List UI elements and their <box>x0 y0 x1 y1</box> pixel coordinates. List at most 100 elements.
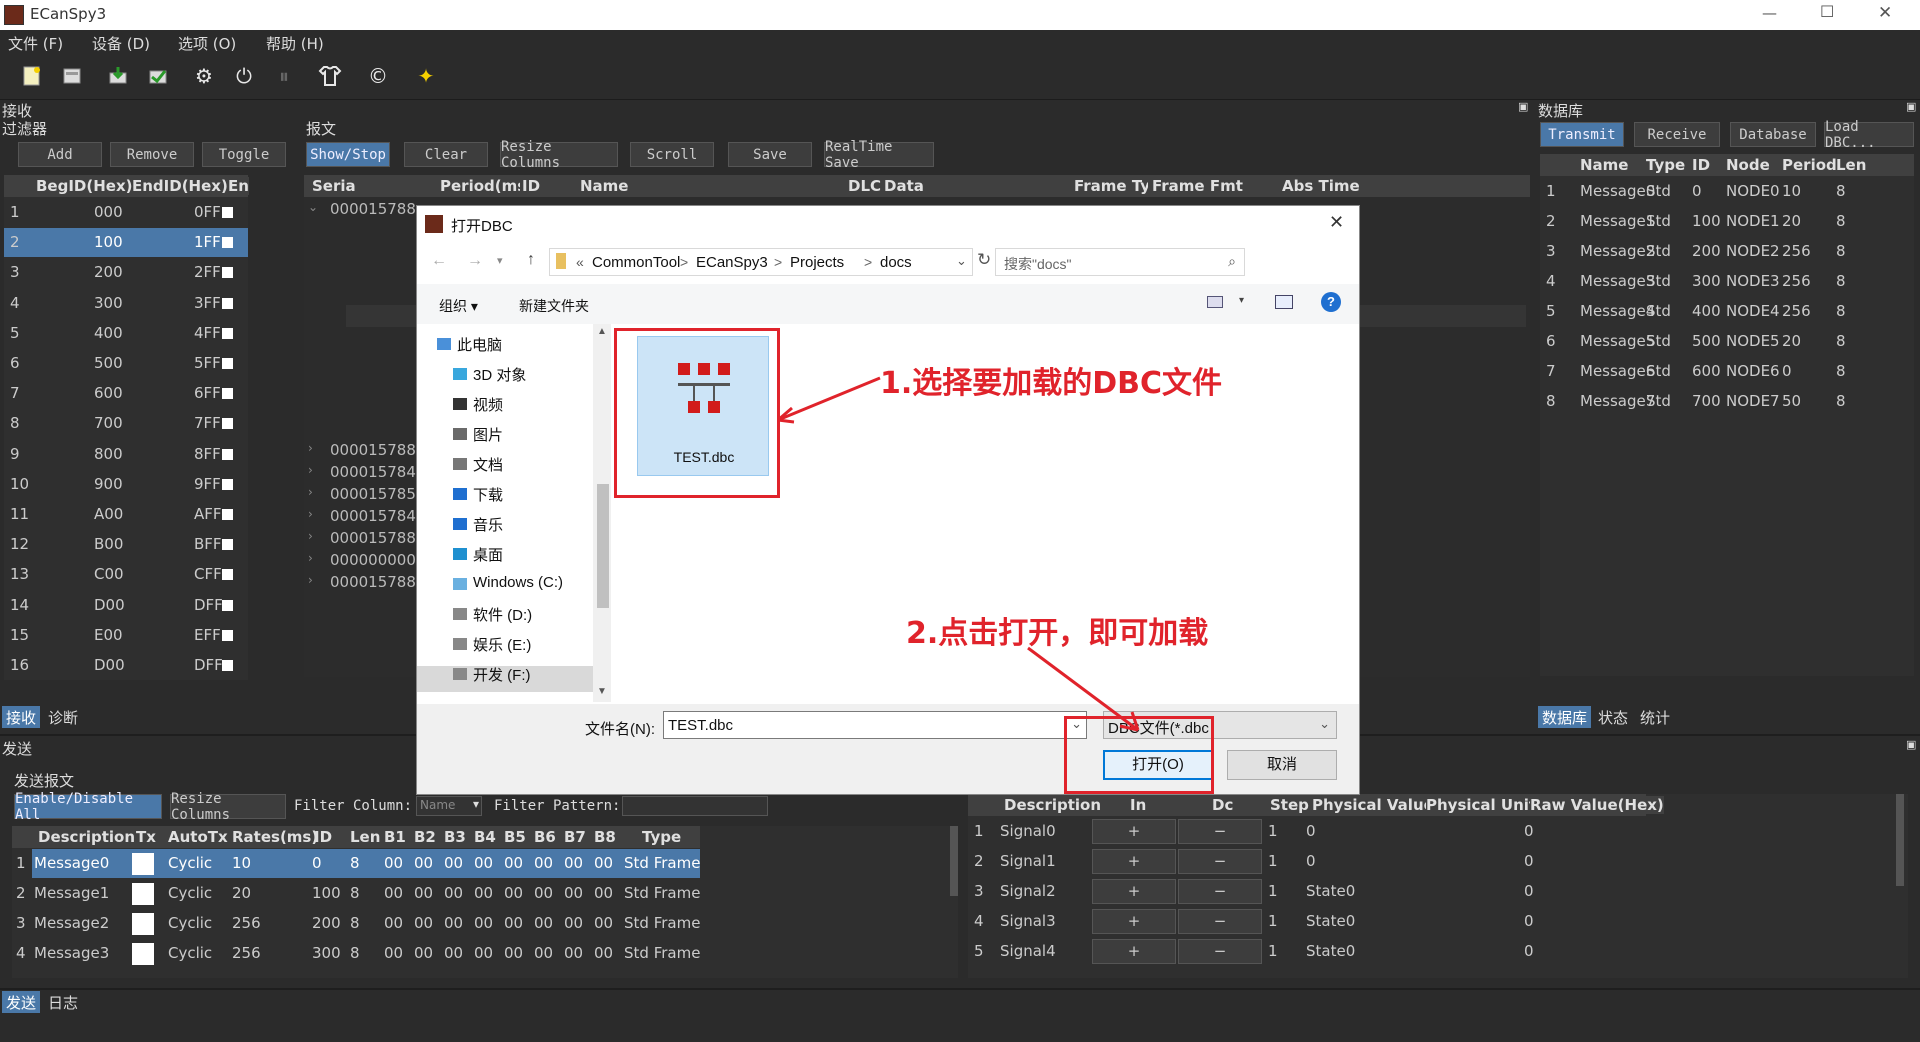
send-autotx[interactable]: Cyclic <box>168 884 212 902</box>
filter-enable-checkbox[interactable] <box>222 509 233 520</box>
dialog-close-icon[interactable]: ✕ <box>1329 212 1344 233</box>
send-float-icon[interactable]: ▣ <box>1906 738 1916 751</box>
filter-enable-checkbox[interactable] <box>222 297 233 309</box>
cancel-button[interactable]: 取消 <box>1227 750 1337 780</box>
send-byte[interactable]: 00 <box>474 854 493 872</box>
enable-disable-all-button[interactable]: Enable/Disable All <box>14 791 162 823</box>
send-byte[interactable]: 00 <box>474 884 493 902</box>
send-id[interactable]: 200 <box>312 914 341 932</box>
signal-raw-value[interactable]: 0 <box>1524 942 1534 960</box>
organize-menu[interactable]: 组织 ▾ <box>439 296 478 316</box>
filter-pattern-input[interactable] <box>622 796 768 816</box>
increment-button[interactable]: + <box>1092 849 1176 874</box>
open-file-icon[interactable] <box>58 62 86 90</box>
signal-physical-value[interactable]: State0 <box>1306 942 1355 960</box>
refresh-path-icon[interactable]: ↻ <box>977 250 991 270</box>
path-commontool[interactable]: CommonTool <box>592 254 680 271</box>
filter-endid[interactable]: 2FF <box>194 263 221 281</box>
increment-button[interactable]: + <box>1092 819 1176 844</box>
filter-enable-checkbox[interactable] <box>222 388 233 400</box>
filter-enable-checkbox[interactable] <box>222 629 233 641</box>
expand-chevron-icon[interactable]: ⌄ <box>308 200 318 214</box>
col-dlc[interactable]: DLC <box>848 177 882 195</box>
new-folder-button[interactable]: 新建文件夹 <box>519 296 589 316</box>
filter-remove-button[interactable]: Remove <box>110 142 194 167</box>
signal-step[interactable]: 1 <box>1268 822 1278 840</box>
tree-item-7[interactable]: 桌面 <box>473 544 503 565</box>
send-byte[interactable]: 00 <box>564 944 583 962</box>
tx-checkbox[interactable] <box>132 853 154 875</box>
tree-item-10[interactable]: 娱乐 (E:) <box>473 634 531 655</box>
filter-endid[interactable]: 9FF <box>194 475 221 493</box>
filter-endid[interactable]: 0FF <box>194 203 221 221</box>
filter-begid[interactable]: B00 <box>94 535 123 553</box>
filter-enable-checkbox[interactable] <box>222 418 233 430</box>
send-byte[interactable]: 00 <box>534 884 553 902</box>
search-box[interactable]: 搜索"docs" ⌕ <box>995 248 1245 276</box>
float-icon[interactable]: ▣ <box>1518 100 1528 113</box>
filter-enable-checkbox[interactable] <box>222 358 233 369</box>
signal-step[interactable]: 1 <box>1268 912 1278 930</box>
tree-item-0[interactable]: 此电脑 <box>457 334 502 355</box>
send-byte[interactable]: 00 <box>594 884 613 902</box>
send-col-13[interactable]: B8 <box>594 828 616 846</box>
filter-endid[interactable]: 1FF <box>194 233 221 251</box>
send-col-10[interactable]: B5 <box>504 828 526 846</box>
send-byte[interactable]: 00 <box>564 884 583 902</box>
scroll-button[interactable]: Scroll <box>630 142 714 167</box>
filter-endid[interactable]: CFF <box>194 565 222 583</box>
signal-raw-value[interactable]: 0 <box>1524 882 1534 900</box>
load-dbc-button[interactable]: Load DBC... <box>1824 119 1914 151</box>
filter-endid[interactable]: EFF <box>194 626 221 644</box>
tab-diagnose[interactable]: 诊断 <box>44 706 82 728</box>
increment-button[interactable]: + <box>1092 879 1176 904</box>
signal-physical-value[interactable]: State0 <box>1306 912 1355 930</box>
filter-begid[interactable]: C00 <box>94 565 124 583</box>
send-col-2[interactable]: AutoTx <box>168 828 228 846</box>
col-abs-time[interactable]: Abs Time <box>1282 177 1360 195</box>
send-byte[interactable]: 00 <box>594 914 613 932</box>
db-receive-button[interactable]: Receive <box>1634 122 1720 147</box>
expand-chevron-icon[interactable]: › <box>308 441 313 455</box>
db-float-icon[interactable]: ▣ <box>1906 100 1916 113</box>
send-len[interactable]: 8 <box>350 914 360 932</box>
tree-scroll-down-icon[interactable]: ▼ <box>597 686 607 697</box>
decrement-button[interactable]: − <box>1178 879 1262 904</box>
send-byte[interactable]: 00 <box>414 854 433 872</box>
filter-endid[interactable]: DFF <box>194 656 223 674</box>
tx-checkbox[interactable] <box>132 883 154 905</box>
col-frame-fmt[interactable]: Frame Fmt <box>1152 177 1243 195</box>
filter-begid[interactable]: 600 <box>94 384 123 402</box>
menu-file[interactable]: 文件 (F) <box>8 33 63 54</box>
send-rate[interactable]: 256 <box>232 914 261 932</box>
send-col-5[interactable]: Len <box>350 828 380 846</box>
col-name[interactable]: Name <box>580 177 629 195</box>
col-period[interactable]: Period(ms <box>440 177 520 195</box>
col-id[interactable]: ID <box>522 177 541 195</box>
tree-item-2[interactable]: 视频 <box>473 394 503 415</box>
filter-begid[interactable]: 700 <box>94 414 123 432</box>
send-rate[interactable]: 20 <box>232 884 251 902</box>
filter-begid[interactable]: D00 <box>94 656 125 674</box>
filter-endid[interactable]: 7FF <box>194 414 221 432</box>
tx-checkbox[interactable] <box>132 943 154 965</box>
power-icon[interactable]: ⏻ <box>230 62 258 90</box>
tree-item-11[interactable]: 开发 (F:) <box>473 664 531 685</box>
settings-icon[interactable]: ⚙ <box>190 62 218 90</box>
filter-begid[interactable]: 000 <box>94 203 123 221</box>
sig-col-physical-unit[interactable]: Physical Unit <box>1426 796 1537 814</box>
filter-begid[interactable]: E00 <box>94 626 123 644</box>
send-byte[interactable]: 00 <box>384 884 403 902</box>
filter-endid[interactable]: 4FF <box>194 324 221 342</box>
new-file-icon[interactable] <box>18 62 46 90</box>
view-icon[interactable] <box>1207 296 1223 308</box>
send-byte[interactable]: 00 <box>414 884 433 902</box>
filter-begid[interactable]: A00 <box>94 505 123 523</box>
tree-scroll-thumb[interactable] <box>597 484 609 608</box>
send-resize-columns-button[interactable]: Resize Columns <box>170 791 286 823</box>
expand-chevron-icon[interactable]: › <box>308 507 313 521</box>
send-autotx[interactable]: Cyclic <box>168 854 212 872</box>
send-byte[interactable]: 00 <box>474 944 493 962</box>
sig-col-physical-value[interactable]: Physical Value <box>1312 796 1434 814</box>
send-col-11[interactable]: B6 <box>534 828 556 846</box>
